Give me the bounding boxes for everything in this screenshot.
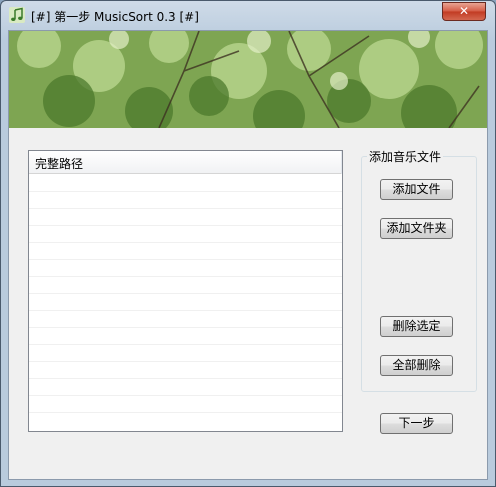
list-column-header[interactable]: 完整路径: [29, 151, 342, 174]
delete-all-button[interactable]: 全部删除: [380, 355, 453, 376]
header-separator: [341, 151, 342, 174]
row-separator: [29, 361, 342, 362]
add-folder-button[interactable]: 添加文件夹: [380, 218, 453, 239]
row-separator: [29, 395, 342, 396]
row-separator: [29, 191, 342, 192]
app-window: [#] 第一步 MusicSort 0.3 [#] ✕ 完整路径 添加音乐文件 …: [0, 0, 496, 487]
file-path-list[interactable]: 完整路径: [28, 150, 343, 432]
client-area: 完整路径 添加音乐文件 添加文件 添加文件夹 删除选定 全部删除 下一步: [8, 30, 488, 480]
banner-image: [9, 31, 487, 128]
next-step-button[interactable]: 下一步: [380, 413, 453, 434]
add-file-button[interactable]: 添加文件: [380, 179, 453, 200]
row-separator: [29, 276, 342, 277]
row-separator: [29, 293, 342, 294]
music-note-icon: [9, 7, 25, 23]
window-title: [#] 第一步 MusicSort 0.3 [#]: [31, 10, 199, 24]
row-separator: [29, 412, 342, 413]
row-separator: [29, 208, 342, 209]
row-separator: [29, 310, 342, 311]
row-separator: [29, 344, 342, 345]
row-separator: [29, 242, 342, 243]
row-separator: [29, 327, 342, 328]
row-separator: [29, 225, 342, 226]
close-button[interactable]: ✕: [442, 2, 486, 21]
forest-canopy-image: [9, 31, 487, 128]
group-label: 添加音乐文件: [367, 148, 444, 165]
title-bar[interactable]: [#] 第一步 MusicSort 0.3 [#] ✕: [1, 1, 495, 30]
row-separator: [29, 259, 342, 260]
column-header-full-path[interactable]: 完整路径: [35, 155, 83, 172]
row-separator: [29, 378, 342, 379]
delete-selected-button[interactable]: 删除选定: [380, 316, 453, 337]
